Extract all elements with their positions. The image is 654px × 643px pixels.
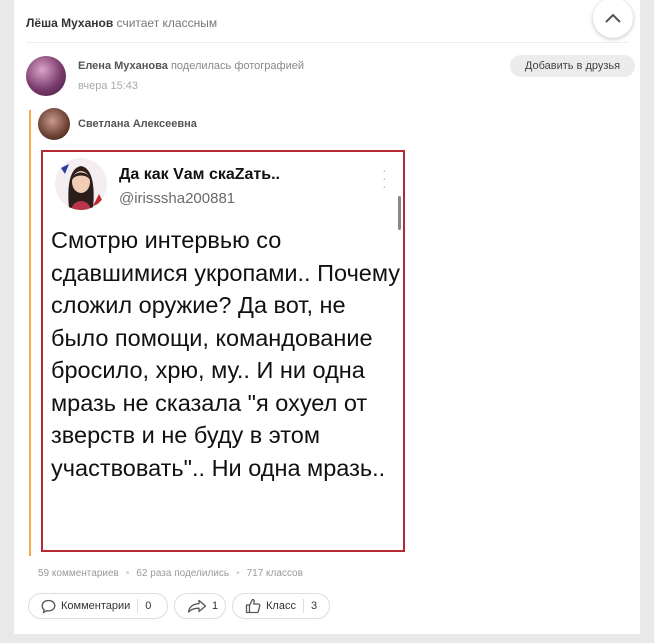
share-count: 1 xyxy=(212,600,219,612)
feed-card: Лёша Муханов считает классным Елена Муха… xyxy=(14,0,640,634)
post-stats: 59 комментариев • 62 раза поделились • 717 к… xyxy=(38,568,303,579)
share-button[interactable]: 1 xyxy=(174,593,226,619)
repost-line xyxy=(29,110,31,556)
author-avatar[interactable] xyxy=(26,56,66,96)
divider xyxy=(26,42,628,43)
comment-icon xyxy=(41,599,56,614)
comments-count: 0 xyxy=(145,600,152,612)
comments-label: Комментарии xyxy=(61,600,131,612)
stat-likes[interactable]: 717 классов xyxy=(247,568,303,579)
like-button[interactable]: Класс 3 xyxy=(232,593,330,619)
thumbs-up-icon xyxy=(245,598,261,614)
activity-actor[interactable]: Лёша Муханов xyxy=(26,16,113,30)
tweet-handle: @irisssha200881 xyxy=(119,190,236,207)
shared-photo[interactable]: Да как Vам скаZать.. @irisssha200881 · · ·… xyxy=(41,150,405,552)
post-author[interactable]: Елена Муханова xyxy=(78,60,168,72)
stat-comments[interactable]: 59 комментариев xyxy=(38,568,119,579)
scroll-up-button[interactable] xyxy=(593,0,633,38)
more-dots-icon: · · · xyxy=(382,162,387,194)
post-time[interactable]: вчера 15:43 xyxy=(78,80,138,92)
original-author-avatar[interactable] xyxy=(38,108,70,140)
stat-shares[interactable]: 62 раза поделились xyxy=(136,568,229,579)
chevron-up-icon xyxy=(605,13,621,23)
original-author[interactable]: Светлана Алексеевна xyxy=(78,118,197,130)
tweet-author-name: Да как Vам скаZать.. xyxy=(119,166,280,183)
activity-line: Лёша Муханов считает классным xyxy=(26,16,217,30)
post-header: Елена Муханова поделилась фотографией xyxy=(78,60,304,72)
post-action: поделилась фотографией xyxy=(170,60,304,72)
like-count: 3 xyxy=(310,600,318,612)
tweet-text: Смотрю интервью со сдавшимися укропами..… xyxy=(51,227,401,481)
add-friend-button[interactable]: Добавить в друзья xyxy=(510,55,635,77)
comments-button[interactable]: Комментарии 0 xyxy=(28,593,168,619)
tweet-avatar xyxy=(55,158,107,210)
like-label: Класс xyxy=(266,600,296,612)
activity-action: считает классным xyxy=(116,16,218,30)
share-icon xyxy=(187,599,207,613)
